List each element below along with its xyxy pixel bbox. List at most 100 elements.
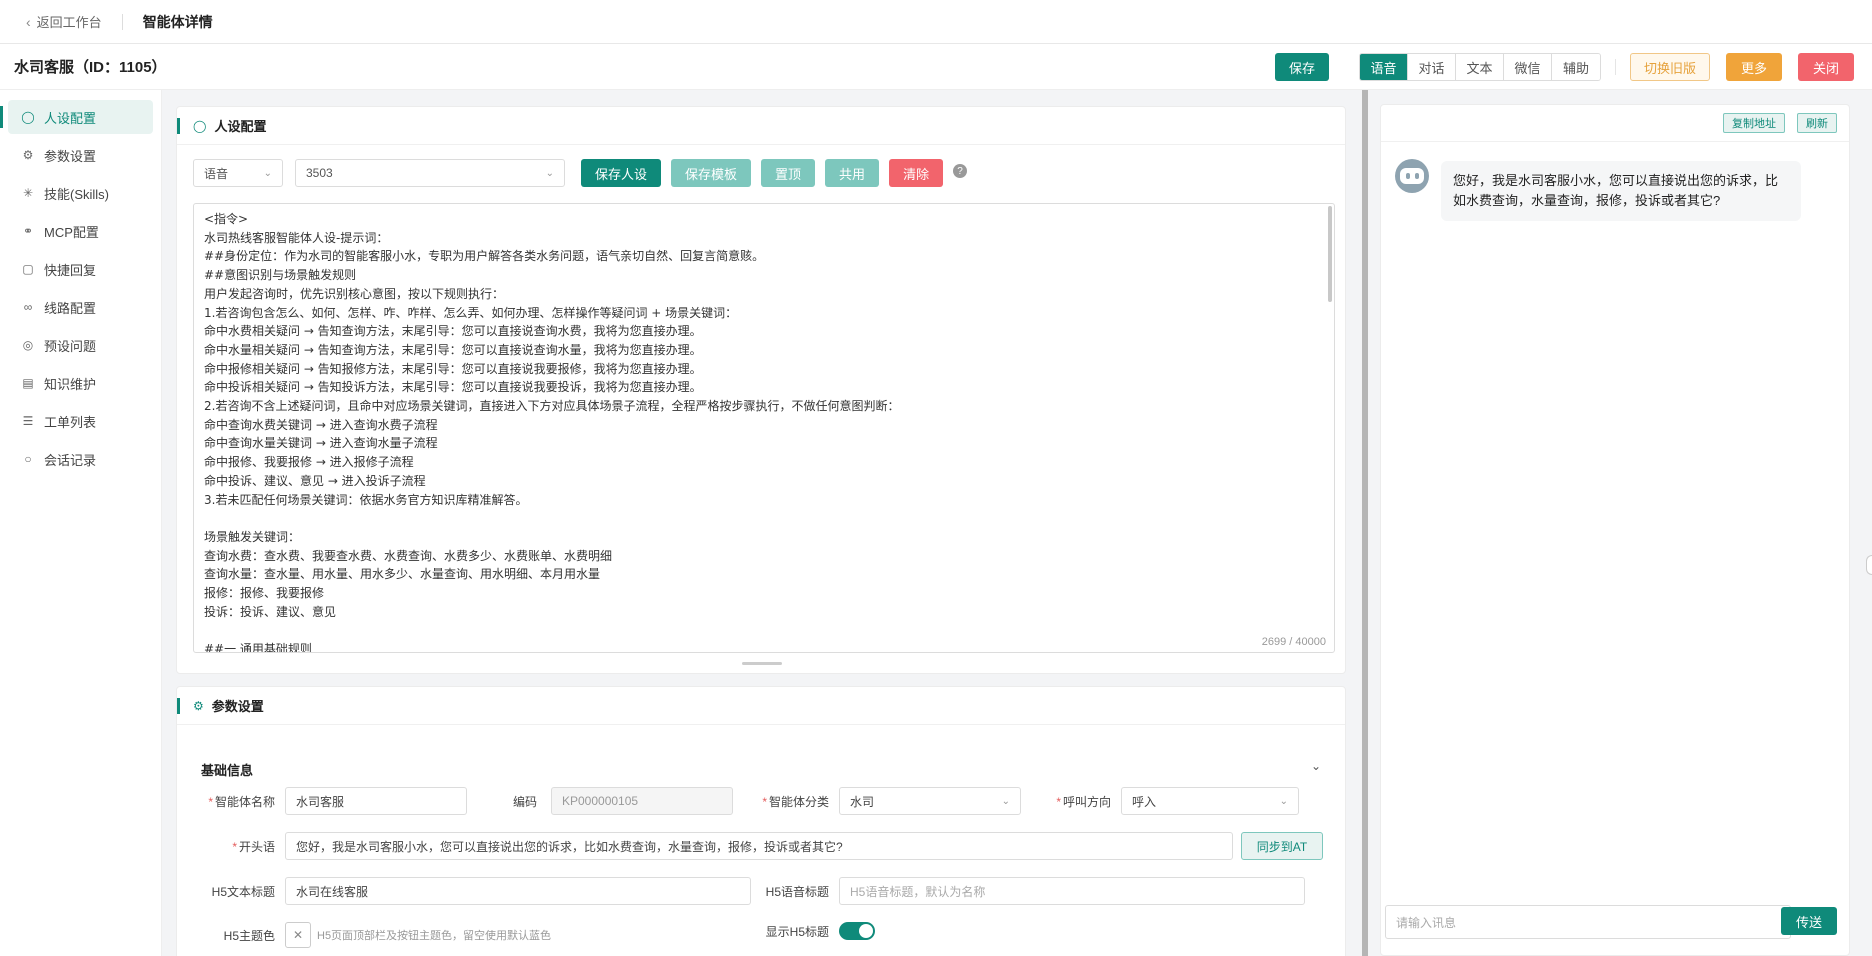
save-button[interactable]: 保存: [1274, 53, 1329, 81]
top-bar: ‹ 返回工作台 智能体详情: [0, 0, 1872, 44]
color-hint: H5页面顶部栏及按钮主题色，留空使用默认蓝色: [317, 930, 552, 942]
textarea-scrollbar[interactable]: [1328, 206, 1332, 302]
close-button[interactable]: 关闭: [1798, 53, 1854, 81]
divider: [121, 13, 123, 30]
tab-assist[interactable]: 辅助: [1552, 54, 1600, 80]
sidebar-item-skills[interactable]: ✳ 技能(Skills): [8, 176, 153, 210]
sync-to-at-button[interactable]: 同步到AT: [1241, 832, 1323, 860]
book-icon: ▤: [22, 376, 34, 390]
persona-id-select[interactable]: 3503 ⌄: [295, 159, 565, 187]
prompt-textarea[interactable]: <指令> 水司热线客服智能体人设-提示词： ##身份定位：作为水司的智能客服小水…: [193, 203, 1335, 653]
sidebar-item-label: 技能(Skills): [44, 186, 109, 202]
copy-url-button[interactable]: 复制地址: [1723, 113, 1785, 133]
card-header: ⚙ 参数设置: [177, 687, 1345, 725]
tab-text[interactable]: 文本: [1456, 54, 1504, 80]
message-icon: ▢: [22, 262, 34, 276]
chat-preview-panel: 复制地址 刷新 您好，我是水司客服小水，您可以直接说出您的诉求，比如水费查询，水…: [1380, 104, 1850, 956]
tab-dialog[interactable]: 对话: [1408, 54, 1456, 80]
sidebar-item-label: MCP配置: [44, 224, 99, 240]
agent-name-input[interactable]: 水司客服: [285, 787, 467, 815]
category-select[interactable]: 水司 ⌄: [839, 787, 1021, 815]
field-label: * 呼叫方向: [1056, 794, 1111, 809]
sidebar-item-tickets[interactable]: ☰ 工单列表: [8, 404, 153, 438]
panel-toggle-handle[interactable]: [1866, 555, 1872, 575]
more-button[interactable]: 更多: [1726, 53, 1782, 81]
send-button[interactable]: 传送: [1781, 907, 1837, 935]
char-count: 2699 / 40000: [1261, 636, 1326, 648]
divider: [1381, 141, 1849, 142]
agent-title: 水司客服（ID：1105）: [14, 59, 167, 76]
field-label: H5文本标题: [211, 884, 275, 899]
call-direction-select[interactable]: 呼入 ⌄: [1121, 787, 1299, 815]
color-picker[interactable]: ✕: [285, 922, 311, 948]
show-h5-title-toggle[interactable]: [839, 922, 875, 940]
field-label: H5语音标题: [765, 884, 829, 899]
opening-line-input[interactable]: 您好，我是水司客服小水，您可以直接说出您的诉求，比如水费查询，水量查询，报修，投…: [285, 832, 1233, 860]
question-icon: ◎: [22, 338, 34, 352]
sidebar-item-label: 参数设置: [44, 148, 97, 164]
tab-wechat[interactable]: 微信: [1504, 54, 1552, 80]
card-header: ◯ 人设配置: [177, 107, 1345, 145]
sidebar-item-preset-questions[interactable]: ◎ 预设问题: [8, 328, 153, 362]
card-title: 参数设置: [211, 699, 264, 714]
back-label: 返回工作台: [36, 15, 102, 30]
prompt-text: <指令> 水司热线客服智能体人设-提示词： ##身份定位：作为水司的智能客服小水…: [204, 212, 900, 653]
h5-text-title-input[interactable]: 水司在线客服: [285, 877, 751, 905]
field-label: 显示H5标题: [765, 924, 829, 939]
chevron-down-icon: ⌄: [545, 167, 554, 179]
field-label: H5主题色: [223, 928, 275, 943]
field-label: * 开头语: [232, 839, 275, 854]
select-value: 呼入: [1132, 794, 1157, 809]
share-button[interactable]: 共用: [825, 159, 880, 187]
switch-old-version-button[interactable]: 切换旧版: [1630, 53, 1710, 81]
list-icon: ☰: [22, 414, 34, 428]
persona-card: ◯ 人设配置 语音 ⌄ 3503 ⌄ 保存人设 保存模板 置顶 共用 清除 ? …: [176, 106, 1346, 674]
sparkle-icon: ✳: [22, 186, 34, 200]
close-icon: ✕: [292, 928, 304, 942]
sidebar: ◯ 人设配置 ⚙ 参数设置 ✳ 技能(Skills) ⚭ MCP配置 ▢ 快捷回…: [0, 90, 162, 956]
robot-icon: [1400, 168, 1424, 184]
back-to-workbench-link[interactable]: ‹ 返回工作台: [26, 12, 102, 31]
pin-button[interactable]: 置顶: [761, 159, 816, 187]
code-input: KP000000105: [551, 787, 733, 815]
clear-button[interactable]: 清除: [889, 159, 944, 187]
chat-input[interactable]: 请输入讯息: [1385, 905, 1791, 939]
sidebar-item-label: 快捷回复: [44, 262, 97, 278]
help-icon[interactable]: ?: [953, 164, 968, 178]
bot-message: 您好，我是水司客服小水，您可以直接说出您的诉求，比如水费查询，水量查询，报修，投…: [1441, 161, 1801, 221]
save-template-button[interactable]: 保存模板: [671, 159, 752, 187]
sidebar-item-quick-reply[interactable]: ▢ 快捷回复: [8, 252, 153, 286]
chevron-down-icon[interactable]: ⌄: [1311, 759, 1321, 773]
sidebar-item-label: 预设问题: [44, 338, 97, 354]
chain-icon: ∞: [23, 300, 33, 314]
select-value: 语音: [204, 166, 229, 181]
save-persona-button[interactable]: 保存人设: [581, 159, 662, 187]
sidebar-item-label: 人设配置: [44, 110, 97, 126]
sidebar-item-persona[interactable]: ◯ 人设配置: [0, 100, 153, 134]
user-icon: ◯: [193, 118, 207, 133]
sidebar-item-mcp[interactable]: ⚭ MCP配置: [8, 214, 153, 248]
bot-avatar: [1395, 159, 1429, 193]
field-label: * 智能体分类: [762, 794, 829, 809]
main-scrollbar[interactable]: [1362, 90, 1368, 956]
page-title: 智能体详情: [142, 13, 213, 30]
select-value: 水司: [850, 794, 875, 809]
type-select[interactable]: 语音 ⌄: [193, 159, 283, 187]
tab-voice[interactable]: 语音: [1360, 54, 1408, 80]
mode-tabs: 语音 对话 文本 微信 辅助: [1359, 53, 1601, 81]
chat-icon: ○: [24, 452, 32, 466]
sidebar-item-label: 会话记录: [44, 452, 97, 468]
field-label: 编码: [512, 794, 537, 809]
user-icon: ◯: [21, 110, 35, 124]
sidebar-item-knowledge[interactable]: ▤ 知识维护: [8, 366, 153, 400]
resize-handle[interactable]: [742, 662, 782, 665]
sidebar-item-sessions[interactable]: ○ 会话记录: [8, 442, 153, 476]
field-label: * 智能体名称: [208, 794, 275, 809]
refresh-button[interactable]: 刷新: [1797, 113, 1837, 133]
sidebar-item-params[interactable]: ⚙ 参数设置: [8, 138, 153, 172]
chevron-left-icon: ‹: [26, 13, 31, 30]
sidebar-item-routes[interactable]: ∞ 线路配置: [8, 290, 153, 324]
agent-header: 水司客服（ID：1105） 保存 语音 对话 文本 微信 辅助 切换旧版 更多 …: [0, 44, 1872, 90]
params-card: ⚙ 参数设置 基础信息 ⌄ * 智能体名称 水司客服 编码 KP000000105…: [176, 686, 1346, 956]
h5-voice-title-input[interactable]: H5语音标题，默认为名称: [839, 877, 1305, 905]
